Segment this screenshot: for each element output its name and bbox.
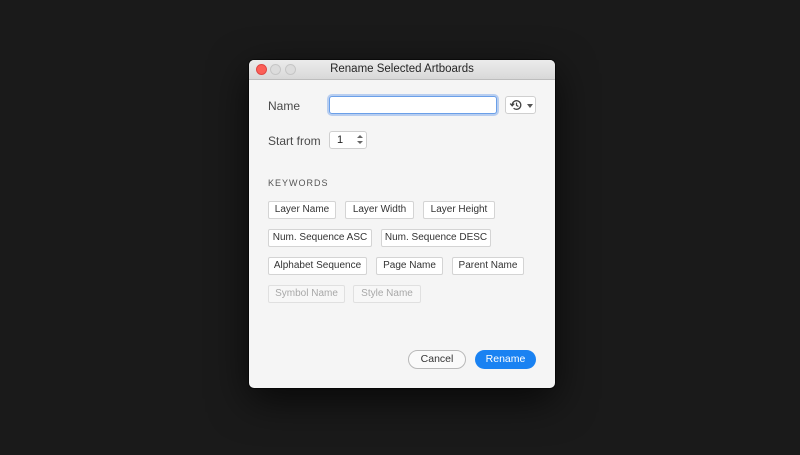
keyword-parent-name[interactable]: Parent Name [452, 257, 524, 275]
title-bar[interactable]: Rename Selected Artboards [249, 60, 555, 80]
keyword-page-name[interactable]: Page Name [376, 257, 443, 275]
stepper-arrows-icon[interactable] [357, 135, 363, 145]
keyword-layer-name[interactable]: Layer Name [268, 201, 336, 219]
rename-button[interactable]: Rename [475, 350, 536, 369]
keyword-layer-width[interactable]: Layer Width [345, 201, 414, 219]
history-clock-icon [509, 100, 522, 110]
name-input[interactable] [329, 96, 497, 114]
keywords-heading: KEYWORDS [268, 178, 329, 188]
start-from-stepper[interactable]: 1 [329, 131, 367, 149]
keyword-num-sequence-asc[interactable]: Num. Sequence ASC [268, 229, 372, 247]
rename-dialog: Rename Selected Artboards Name Start fro… [249, 60, 555, 388]
keyword-layer-height[interactable]: Layer Height [423, 201, 495, 219]
history-dropdown-button[interactable] [505, 96, 536, 114]
keyword-num-sequence-desc[interactable]: Num. Sequence DESC [381, 229, 491, 247]
dialog-title: Rename Selected Artboards [330, 63, 474, 75]
keyword-symbol-name: Symbol Name [268, 285, 345, 303]
name-label: Name [268, 99, 301, 113]
keyword-alphabet-sequence[interactable]: Alphabet Sequence [268, 257, 367, 275]
start-from-value[interactable]: 1 [337, 134, 343, 146]
start-from-label: Start from [268, 134, 321, 148]
chevron-down-icon [527, 104, 533, 108]
keyword-style-name: Style Name [353, 285, 421, 303]
cancel-button[interactable]: Cancel [408, 350, 466, 369]
